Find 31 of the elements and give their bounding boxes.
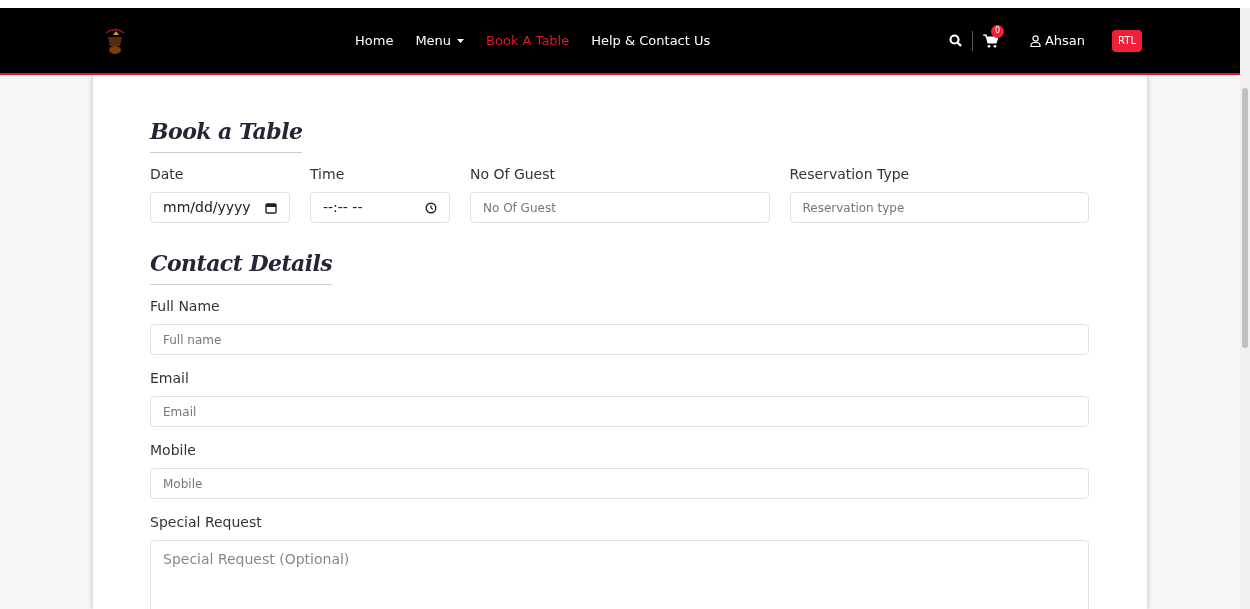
- input-field[interactable]: No Of Guest: [470, 192, 770, 223]
- field-label: Full Name: [150, 297, 221, 316]
- nav-link[interactable]: Menu: [415, 30, 465, 51]
- field-label: Special Request: [150, 513, 263, 532]
- clock-icon[interactable]: [425, 201, 437, 214]
- nav-link[interactable]: Home: [355, 30, 394, 51]
- nav-link[interactable]: Help & Contact Us: [591, 30, 711, 51]
- input-field[interactable]: Mobile: [150, 468, 1089, 499]
- field-label: Time: [310, 165, 346, 184]
- section-title: Contact Details: [150, 247, 333, 285]
- cart-icon[interactable]: [982, 33, 998, 48]
- section-title: Book a Table: [150, 115, 303, 153]
- user-link[interactable]: Ahsan: [1029, 30, 1086, 51]
- field-label: Reservation Type: [789, 165, 911, 184]
- nav-link[interactable]: Book A Table: [486, 30, 570, 51]
- field-label: Date: [150, 165, 185, 184]
- input-field[interactable]: Email: [150, 396, 1089, 427]
- date-field[interactable]: mm/dd/yyyy: [150, 192, 290, 223]
- field-label: Mobile: [150, 441, 197, 460]
- field-label: Email: [150, 369, 190, 388]
- input-field[interactable]: Reservation type: [789, 192, 1089, 223]
- field-label: No Of Guest: [470, 165, 556, 184]
- user-icon: [1029, 34, 1041, 47]
- caret-icon: [457, 38, 465, 43]
- calendar-icon[interactable]: [265, 201, 277, 214]
- text-area[interactable]: Special Request (Optional): [150, 540, 1089, 609]
- cart-count-badge: 0: [990, 24, 1004, 38]
- rtl-button[interactable]: RTL: [1112, 29, 1142, 52]
- time-field[interactable]: --:-- --: [310, 192, 450, 223]
- input-field[interactable]: Full name: [150, 324, 1089, 355]
- search-icon[interactable]: [948, 34, 962, 47]
